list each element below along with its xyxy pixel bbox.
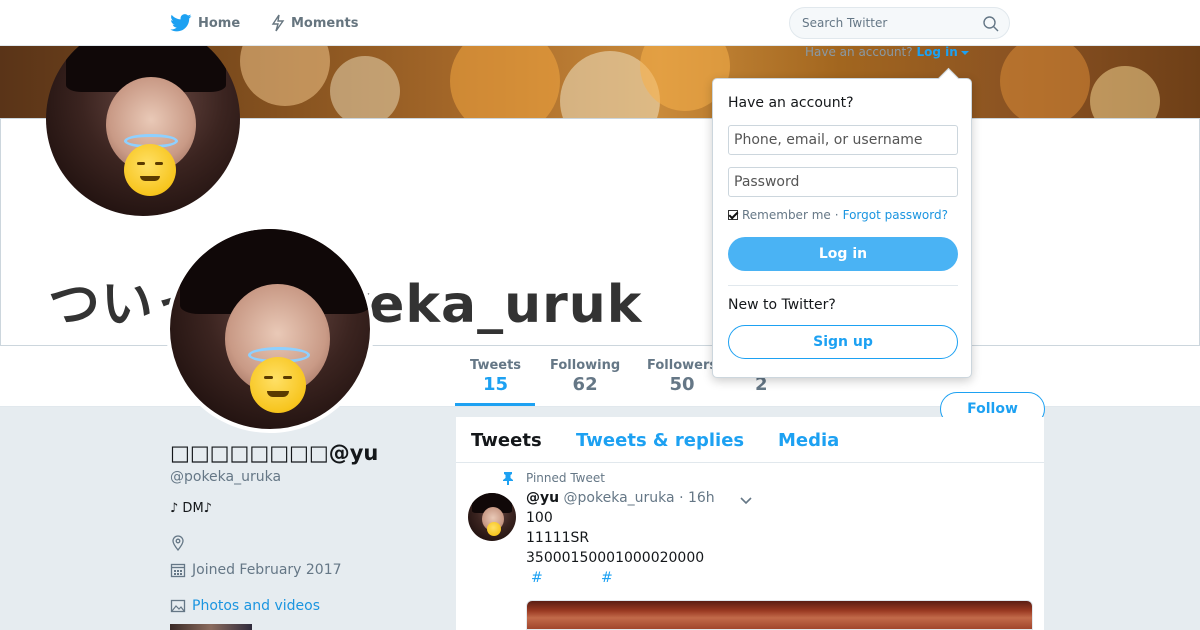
tweet-media-image[interactable] (526, 600, 1033, 630)
search-icon[interactable] (983, 16, 999, 32)
profile-joined-text: Joined February 2017 (192, 562, 342, 578)
tweet-hashtag[interactable]: # (601, 570, 613, 586)
top-navigation-bar: Home Moments (0, 0, 1200, 46)
tweet-text-line: 11111SR (526, 530, 590, 546)
photos-and-videos-link[interactable]: Photos and videos (170, 598, 320, 614)
banner-bokeh (240, 46, 330, 106)
separator-dot: · (834, 208, 839, 222)
calendar-icon (170, 563, 186, 578)
stat-tweets[interactable]: Tweets 15 (470, 358, 521, 395)
timeline-tabs: Tweets Tweets & replies Media (456, 417, 1044, 463)
stat-following-label: Following (550, 358, 621, 373)
tweet-author-avatar[interactable] (468, 493, 516, 541)
profile-display-name[interactable]: □□□□□□□□@yu (170, 441, 378, 465)
tweet-author-handle[interactable]: @pokeka_uruka (564, 490, 675, 506)
have-account-prompt: Have an account? Log in (805, 45, 969, 59)
remember-me-row: Remember me · Forgot password? (728, 208, 948, 222)
stat-following[interactable]: Following 62 (550, 358, 620, 395)
username-field[interactable] (728, 125, 958, 155)
nav-moments[interactable]: Moments (271, 0, 358, 46)
tab-tweets-and-replies[interactable]: Tweets & replies (576, 430, 744, 451)
emoji-eye (155, 162, 163, 165)
banner-bokeh (450, 46, 560, 118)
emoji-mouth (267, 391, 289, 397)
photos-and-videos-label: Photos and videos (192, 598, 321, 614)
stat-followers[interactable]: Followers 50 (647, 358, 717, 395)
have-account-text: Have an account? (805, 45, 913, 59)
header-avatar-image (46, 22, 240, 216)
search-box[interactable] (789, 7, 1010, 39)
active-stat-underline (455, 403, 535, 406)
image-icon (170, 599, 186, 613)
emoji-eye (283, 376, 292, 379)
profile-joined: Joined February 2017 (170, 562, 342, 578)
stat-followers-label: Followers (647, 358, 718, 373)
twitter-bird-icon (170, 14, 192, 32)
location-pin-icon (172, 535, 184, 551)
tweet-text-line: 35000150001000020000 (526, 550, 705, 566)
banner-bokeh (1000, 46, 1090, 118)
emoji-eye (264, 376, 273, 379)
profile-location (170, 535, 192, 551)
tab-media[interactable]: Media (778, 430, 839, 451)
caret-down-icon (960, 50, 969, 55)
banner-bokeh (330, 56, 400, 118)
tweet-hashtag[interactable]: # (531, 570, 543, 586)
remember-me-checkbox[interactable] (728, 210, 738, 220)
emoji-eye (137, 162, 145, 165)
nav-home[interactable]: Home (170, 0, 240, 46)
login-button[interactable]: Log in (728, 237, 958, 271)
nav-moments-label: Moments (291, 15, 359, 31)
search-input[interactable] (802, 16, 972, 30)
signup-button[interactable]: Sign up (728, 325, 958, 359)
profile-handle[interactable]: @pokeka_uruka (170, 469, 281, 485)
tweet-header: @yu @pokeka_uruka · 16h (526, 490, 715, 506)
login-toggle[interactable]: Log in (916, 45, 969, 59)
login-dropdown: Have an account? Remember me · Forgot pa… (712, 78, 972, 378)
login-toggle-label: Log in (916, 45, 958, 59)
new-to-twitter-text: New to Twitter? (728, 297, 836, 313)
smiling-face-emoji-icon (124, 144, 176, 196)
stat-followers-value: 50 (669, 374, 695, 395)
login-dropdown-title: Have an account? (728, 95, 854, 111)
chevron-down-icon[interactable] (739, 493, 753, 507)
profile-avatar[interactable] (166, 225, 374, 433)
dropdown-divider (728, 285, 958, 286)
smiling-face-emoji-icon (487, 522, 501, 536)
tweet-author-name[interactable]: @yu (526, 490, 559, 506)
remember-me-label[interactable]: Remember me (742, 208, 831, 222)
stat-following-value: 62 (572, 374, 598, 395)
profile-bio: ♪ DM♪ (170, 501, 212, 516)
tab-tweets[interactable]: Tweets (471, 430, 542, 451)
stat-tweets-label: Tweets (470, 358, 522, 373)
banner-bokeh (1090, 66, 1160, 118)
lightning-icon (271, 14, 285, 32)
pin-icon (503, 472, 513, 485)
tweet-timestamp[interactable]: · 16h (679, 490, 715, 506)
smiling-face-emoji-icon (250, 357, 306, 413)
pinned-tweet-text: Pinned Tweet (526, 471, 605, 485)
stat-tweets-value: 15 (482, 374, 509, 395)
password-field[interactable] (728, 167, 958, 197)
tweet-text-line: 100 (526, 510, 553, 526)
nav-home-label: Home (198, 15, 241, 31)
emoji-mouth (140, 176, 160, 181)
pinned-tweet-label: Pinned Tweet (500, 471, 605, 485)
forgot-password-link[interactable]: Forgot password? (843, 208, 948, 222)
media-thumbnails[interactable] (170, 624, 252, 630)
